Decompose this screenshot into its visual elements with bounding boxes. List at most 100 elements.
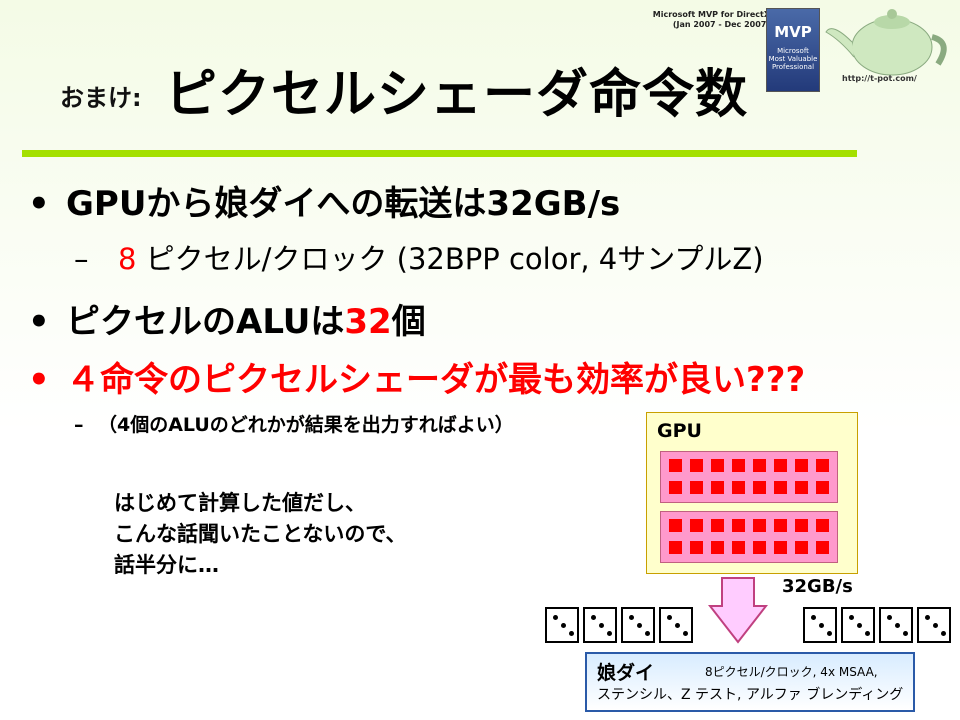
alu-unit: [816, 481, 829, 494]
sub-bullet-1-text: ピクセル/クロック (32BPP color, 4サンプルZ): [136, 242, 764, 276]
alu-unit: [753, 519, 766, 532]
alu-array-2: [660, 511, 838, 563]
sample-dot: [683, 631, 688, 636]
alu-unit: [774, 481, 787, 494]
mvp-caption: Microsoft MVP for DirectX (Jan 2007 - De…: [620, 10, 770, 30]
sample-dot: [667, 615, 672, 620]
pixel-group-right: [803, 607, 955, 647]
sample-dot: [599, 623, 604, 628]
sample-dot: [865, 631, 870, 636]
daughter-die-line-2: ステンシル、Z テスト, アルファ ブレンディング: [597, 687, 904, 703]
alu-unit: [753, 459, 766, 472]
sample-dot: [903, 631, 908, 636]
bullet-dot: •: [28, 360, 50, 400]
alu-unit: [774, 459, 787, 472]
pixel-sample-box: [583, 607, 617, 643]
alu-unit: [732, 519, 745, 532]
alu-unit: [690, 481, 703, 494]
sample-dot: [811, 615, 816, 620]
sample-dot: [675, 623, 680, 628]
teapot-url: http://t-pot.com/: [842, 74, 917, 83]
alu-array-1: [660, 451, 838, 503]
alu-unit: [816, 519, 829, 532]
daughter-die-title: 娘ダイ: [597, 662, 655, 684]
sub-bullet-3-text: （4個のALUのどれかが結果を出力すればよい）: [98, 414, 514, 436]
pixel-sample-box: [621, 607, 655, 643]
mvp-badge-sub: Microsoft Most Valuable Professional: [768, 47, 818, 71]
note-line-2: こんな話聞いたことないので、: [114, 522, 407, 546]
mvp-badge-text: MVP: [774, 23, 812, 41]
alu-unit: [795, 481, 808, 494]
alu-unit: [795, 541, 808, 554]
sample-dot: [645, 631, 650, 636]
sub-bullet-3: – （4個のALUのどれかが結果を出力すればよい）: [74, 410, 514, 437]
mvp-line-1: Microsoft MVP for DirectX: [652, 10, 770, 19]
alu-unit: [669, 519, 682, 532]
bullet-1-text: GPUから娘ダイへの転送は32GB/s: [66, 184, 621, 224]
title-prefix: おまけ:: [60, 84, 142, 112]
dash: –: [74, 414, 84, 436]
sample-dot: [819, 623, 824, 628]
pixel-sample-box: [659, 607, 693, 643]
bullet-1: • GPUから娘ダイへの転送は32GB/s: [28, 176, 620, 225]
alu-unit: [774, 541, 787, 554]
note-line-3: 話半分に…: [114, 553, 219, 577]
sample-dot: [607, 631, 612, 636]
bullet-2-text-pre: ピクセルのALUは: [66, 302, 345, 342]
pixel-sample-box: [841, 607, 875, 643]
sample-dot: [925, 615, 930, 620]
alu-unit: [774, 519, 787, 532]
pixel-sample-box: [879, 607, 913, 643]
alu-unit: [690, 519, 703, 532]
alu-unit: [711, 541, 724, 554]
alu-unit: [669, 481, 682, 494]
alu-unit: [795, 459, 808, 472]
sample-dot: [637, 623, 642, 628]
alu-unit: [732, 459, 745, 472]
bullet-dot: •: [28, 184, 50, 224]
sub-bullet-1: –8 ピクセル/クロック (32BPP color, 4サンプルZ): [74, 236, 764, 278]
sample-dot: [561, 623, 566, 628]
sample-dot: [857, 623, 862, 628]
alu-unit: [753, 541, 766, 554]
pixel-sample-box: [545, 607, 579, 643]
alu-unit: [732, 541, 745, 554]
bullet-dot: •: [28, 302, 50, 342]
alu-unit: [711, 481, 724, 494]
alu-unit: [753, 481, 766, 494]
sample-dot: [887, 615, 892, 620]
mvp-line-2: (Jan 2007 - Dec 2007): [672, 20, 770, 29]
bullet-2: • ピクセルのALUは32個: [28, 294, 426, 343]
pixel-sample-box: [917, 607, 951, 643]
sample-dot: [629, 615, 634, 620]
bullet-3-text: ４命令のピクセルシェーダが最も効率が良い???: [66, 360, 806, 400]
mvp-logo: MVP Microsoft Most Valuable Professional: [766, 8, 820, 92]
page-title: ピクセルシェーダ命令数: [165, 65, 749, 125]
alu-unit: [711, 459, 724, 472]
side-note: はじめて計算した値だし、 こんな話聞いたことないので、 話半分に…: [114, 488, 407, 581]
pixel-group-left: [545, 607, 697, 647]
daughter-die-line-1: 8ピクセル/クロック, 4x MSAA,: [705, 665, 878, 679]
bullet-3: • ４命令のピクセルシェーダが最も効率が良い???: [28, 352, 805, 401]
sample-dot: [849, 615, 854, 620]
alu-unit: [690, 541, 703, 554]
sample-dot: [569, 631, 574, 636]
alu-unit: [669, 541, 682, 554]
alu-unit: [795, 519, 808, 532]
bullet-2-text-post: 個: [391, 302, 426, 342]
teapot-logo: [825, 9, 947, 76]
bullet-2-num: 32: [344, 302, 392, 342]
sample-dot: [553, 615, 558, 620]
sub-bullet-1-num: 8: [118, 242, 137, 276]
alu-unit: [711, 519, 724, 532]
sample-dot: [591, 615, 596, 620]
dash: –: [74, 242, 89, 276]
note-line-1: はじめて計算した値だし、: [114, 491, 366, 515]
sample-dot: [895, 623, 900, 628]
alu-unit: [816, 459, 829, 472]
alu-unit: [669, 459, 682, 472]
down-arrow-icon: [708, 577, 768, 644]
bandwidth-label: 32GB/s: [782, 576, 853, 597]
sample-dot: [933, 623, 938, 628]
title-underline: [22, 150, 857, 157]
